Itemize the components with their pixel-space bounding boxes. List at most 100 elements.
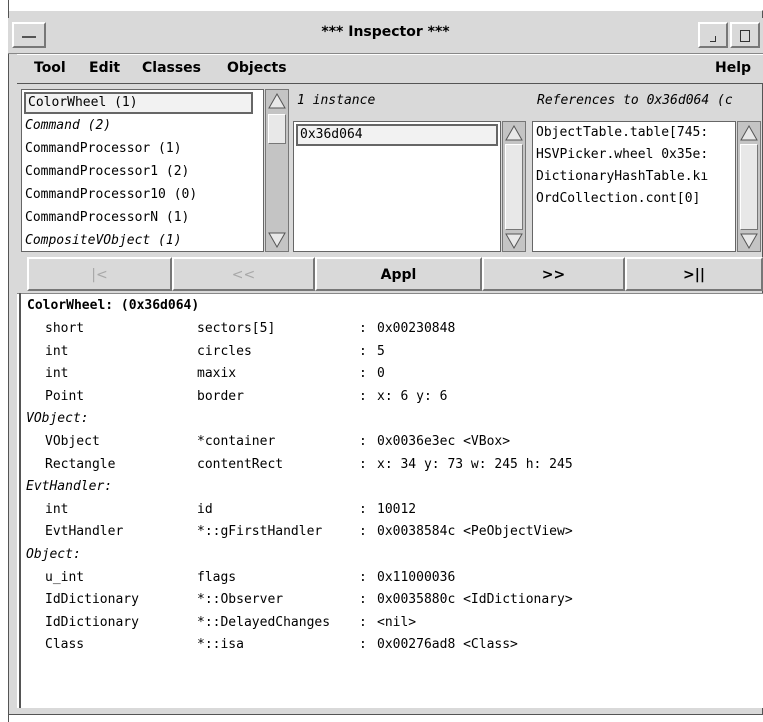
menu-help[interactable]: Help [715, 60, 751, 76]
detail-field-name: *::DelayedChanges [197, 614, 331, 630]
detail-field-value: 10012 [377, 501, 417, 517]
references-header: References to 0x36d064 (c [537, 93, 733, 108]
detail-field-value: 0x0038584c <PeObjectView> [377, 524, 573, 540]
detail-field-name: maxix [197, 366, 237, 382]
references-list[interactable]: ObjectTable.table[745: HSVPicker.wheel 0… [532, 121, 736, 252]
detail-field-separator: : [359, 501, 367, 517]
detail-field-type: VObject [45, 434, 100, 449]
detail-field-separator: : [359, 592, 367, 608]
detail-field-value: 5 [377, 343, 385, 359]
detail-field-name: contentRect [197, 456, 284, 472]
detail-field-value: 0x0035880c <IdDictionary> [377, 592, 573, 608]
detail-field-type: int [45, 366, 69, 382]
previous-button[interactable]: << [172, 257, 315, 291]
detail-field-name: border [197, 388, 244, 404]
instance-list-scrollbar[interactable] [502, 121, 526, 252]
detail-field-type: IdDictionary [45, 614, 139, 630]
detail-field-separator: : [359, 434, 367, 449]
title-bar[interactable]: *** Inspector *** [8, 18, 763, 54]
first-button[interactable]: |< [27, 257, 172, 291]
detail-field-separator: : [359, 614, 367, 630]
detail-field-separator: : [359, 321, 367, 336]
detail-field-name: *::gFirstHandler [197, 524, 323, 540]
references-list-item[interactable]: OrdCollection.cont[0] [536, 191, 700, 206]
detail-field-name: *container [197, 434, 276, 449]
scroll-up-icon[interactable] [505, 124, 523, 142]
last-button[interactable]: >|| [625, 257, 763, 291]
detail-field-type: int [45, 343, 69, 359]
detail-field-separator: : [359, 569, 367, 585]
detail-left-border [19, 293, 21, 708]
detail-field-type: short [45, 321, 85, 336]
menu-bar: Tool Edit Classes Objects Help [17, 54, 763, 84]
maximize-icon [740, 30, 750, 42]
references-list-item[interactable]: HSVPicker.wheel 0x35e: [536, 147, 708, 162]
detail-field-value: 0x00230848 [377, 321, 456, 336]
scroll-up-icon[interactable] [740, 124, 758, 142]
detail-section-label: EvtHandler: [26, 479, 113, 495]
scroll-down-icon[interactable] [505, 232, 523, 250]
detail-field-type: Class [45, 637, 85, 653]
instance-list-item-selected[interactable]: 0x36d064 [296, 124, 498, 146]
window-title: *** Inspector *** [321, 24, 450, 40]
references-list-item[interactable]: DictionaryHashTable.kı [536, 169, 708, 184]
detail-field-name: circles [197, 343, 252, 359]
detail-field-value: 0x00276ad8 <Class> [377, 637, 518, 653]
class-list-item[interactable]: CommandProcessor1 (2) [25, 164, 189, 179]
detail-field-separator: : [359, 388, 367, 404]
menu-objects[interactable]: Objects [227, 60, 287, 76]
detail-field-type: u_int [45, 569, 85, 585]
class-list-item[interactable]: CommandProcessorN (1) [25, 210, 189, 225]
window-left-edge [8, 0, 9, 722]
class-list-item[interactable]: CommandProcessor (1) [25, 141, 182, 156]
class-list[interactable]: ColorWheel (1) Command (2) CommandProces… [21, 89, 264, 252]
appl-button[interactable]: Appl [315, 257, 482, 291]
detail-field-type: Point [45, 388, 85, 404]
detail-field-type: EvtHandler [45, 524, 124, 540]
detail-field-separator: : [359, 524, 367, 540]
class-list-item[interactable]: Command (2) [25, 118, 111, 133]
detail-field-value: 0 [377, 366, 385, 382]
class-list-item[interactable]: CompositeVObject (1) [25, 233, 182, 248]
instance-list[interactable]: 0x36d064 [293, 121, 501, 252]
instances-header: 1 instance [297, 93, 376, 108]
scroll-thumb[interactable] [268, 114, 286, 144]
detail-header: ColorWheel: (0x36d064) [27, 298, 200, 313]
menu-classes[interactable]: Classes [142, 60, 201, 76]
class-list-item-selected[interactable]: ColorWheel (1) [24, 92, 253, 114]
detail-field-name: *::isa [197, 637, 244, 653]
scroll-thumb[interactable] [505, 144, 523, 230]
menu-tool[interactable]: Tool [34, 60, 66, 76]
detail-field-value: x: 6 y: 6 [377, 388, 448, 404]
detail-section-label: Object: [26, 547, 81, 562]
scroll-down-icon[interactable] [740, 232, 758, 250]
next-button[interactable]: >> [482, 257, 625, 291]
detail-field-value: 0x0036e3ec <VBox> [377, 434, 511, 449]
minimize-icon [710, 36, 716, 42]
detail-field-value: 0x11000036 [377, 569, 456, 585]
detail-field-separator: : [359, 366, 367, 382]
object-detail-pane[interactable]: ColorWheel: (0x36d064) short sectors[5]:0… [17, 293, 763, 708]
detail-field-value: <nil> [377, 614, 417, 630]
scroll-up-icon[interactable] [268, 92, 286, 110]
references-list-item[interactable]: ObjectTable.table[745: [536, 125, 708, 140]
class-list-item[interactable]: CommandProcessor10 (0) [25, 187, 197, 202]
scroll-thumb[interactable] [740, 144, 758, 230]
minimize-button[interactable] [698, 22, 728, 48]
detail-section-label: VObject: [26, 411, 89, 427]
detail-field-value: x: 34 y: 73 w: 245 h: 245 [377, 456, 573, 472]
detail-field-separator: : [359, 637, 367, 653]
detail-field-separator: : [359, 343, 367, 359]
references-list-scrollbar[interactable] [737, 121, 761, 252]
detail-field-type: IdDictionary [45, 592, 139, 608]
detail-field-separator: : [359, 456, 367, 472]
menu-edit[interactable]: Edit [89, 60, 120, 76]
detail-field-type: int [45, 501, 69, 517]
detail-field-type: Rectangle [45, 456, 116, 472]
class-list-scrollbar[interactable] [265, 89, 289, 252]
detail-field-name: flags [197, 569, 237, 585]
detail-field-name: *::Observer [197, 592, 284, 608]
detail-field-name: sectors[5] [197, 321, 276, 336]
scroll-down-icon[interactable] [268, 231, 286, 249]
maximize-button[interactable] [730, 22, 760, 48]
